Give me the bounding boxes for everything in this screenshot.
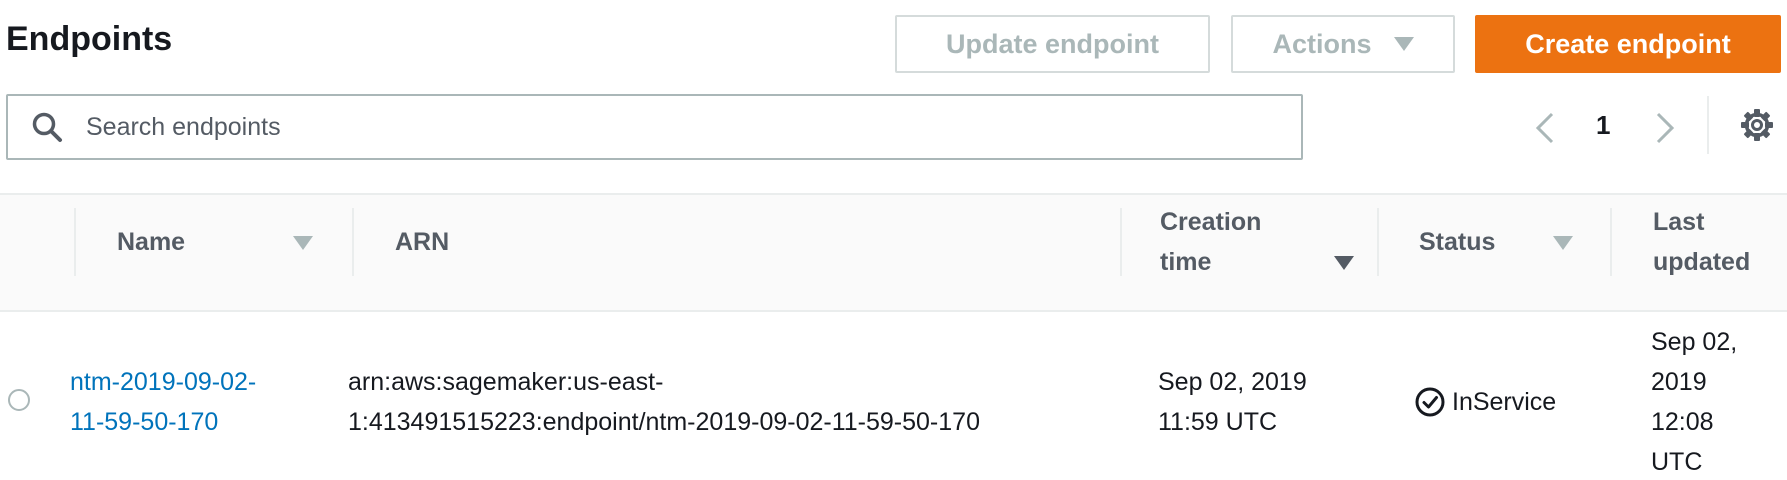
update-endpoint-button[interactable]: Update endpoint [895,15,1210,73]
endpoint-arn-line1: arn:aws:sagemaker:us-east- [348,368,664,396]
actions-label: Actions [1272,28,1372,59]
row-select-radio[interactable] [8,389,30,411]
endpoint-name-link-line2[interactable]: 11-59-50-170 [70,402,218,442]
create-endpoint-button[interactable]: Create endpoint [1475,15,1781,73]
endpoint-arn-line2: 1:413491515223:endpoint/ntm-2019-09-02-1… [348,408,980,436]
column-header-status[interactable]: Status [1419,222,1495,262]
check-circle-icon [1415,387,1445,417]
table-header [0,195,1787,310]
page-title: Endpoints [6,20,173,58]
table-header-border [0,310,1787,312]
sort-name-icon[interactable] [293,236,313,250]
sort-creation-time-icon[interactable] [1334,256,1354,270]
last-updated-line2: 2019 [1651,368,1707,396]
update-endpoint-label: Update endpoint [946,28,1159,59]
column-divider [352,208,354,276]
actions-dropdown-button[interactable]: Actions [1231,15,1455,73]
creation-time-line1: Sep 02, 2019 [1158,368,1307,396]
column-divider [1610,208,1612,276]
column-divider [1377,208,1379,276]
gear-icon[interactable] [1740,108,1774,142]
sort-status-icon[interactable] [1553,236,1573,250]
last-updated-line3: 12:08 [1651,408,1714,436]
status-text: InService [1452,388,1557,416]
column-header-arn: ARN [395,228,450,256]
pagination-divider [1707,96,1709,154]
chevron-right-icon[interactable] [1652,108,1678,148]
column-divider [1120,208,1122,276]
create-endpoint-label: Create endpoint [1525,28,1731,59]
column-header-last-updated-line1[interactable]: Last [1653,202,1704,242]
endpoints-page: Endpoints Update endpoint Actions Create… [0,0,1787,480]
column-divider [74,208,76,276]
status-badge: InService [1414,382,1556,422]
last-updated-line4: UTC [1651,448,1703,476]
endpoint-name-link-line1[interactable]: ntm-2019-09-02- [70,362,256,402]
last-updated-line1: Sep 02, [1651,328,1738,356]
page-number[interactable]: 1 [1596,110,1610,141]
chevron-left-icon[interactable] [1532,108,1558,148]
column-header-creation-time-line2[interactable]: time [1160,242,1211,282]
column-header-creation-time-line1[interactable]: Creation [1160,202,1261,242]
column-header-last-updated-line2[interactable]: updated [1653,242,1750,282]
search-input[interactable] [84,111,1188,143]
column-header-name[interactable]: Name [117,222,185,262]
caret-down-icon [1393,37,1414,51]
search-box [6,94,1303,160]
creation-time-line2: 11:59 UTC [1158,408,1278,436]
search-icon [32,112,62,142]
